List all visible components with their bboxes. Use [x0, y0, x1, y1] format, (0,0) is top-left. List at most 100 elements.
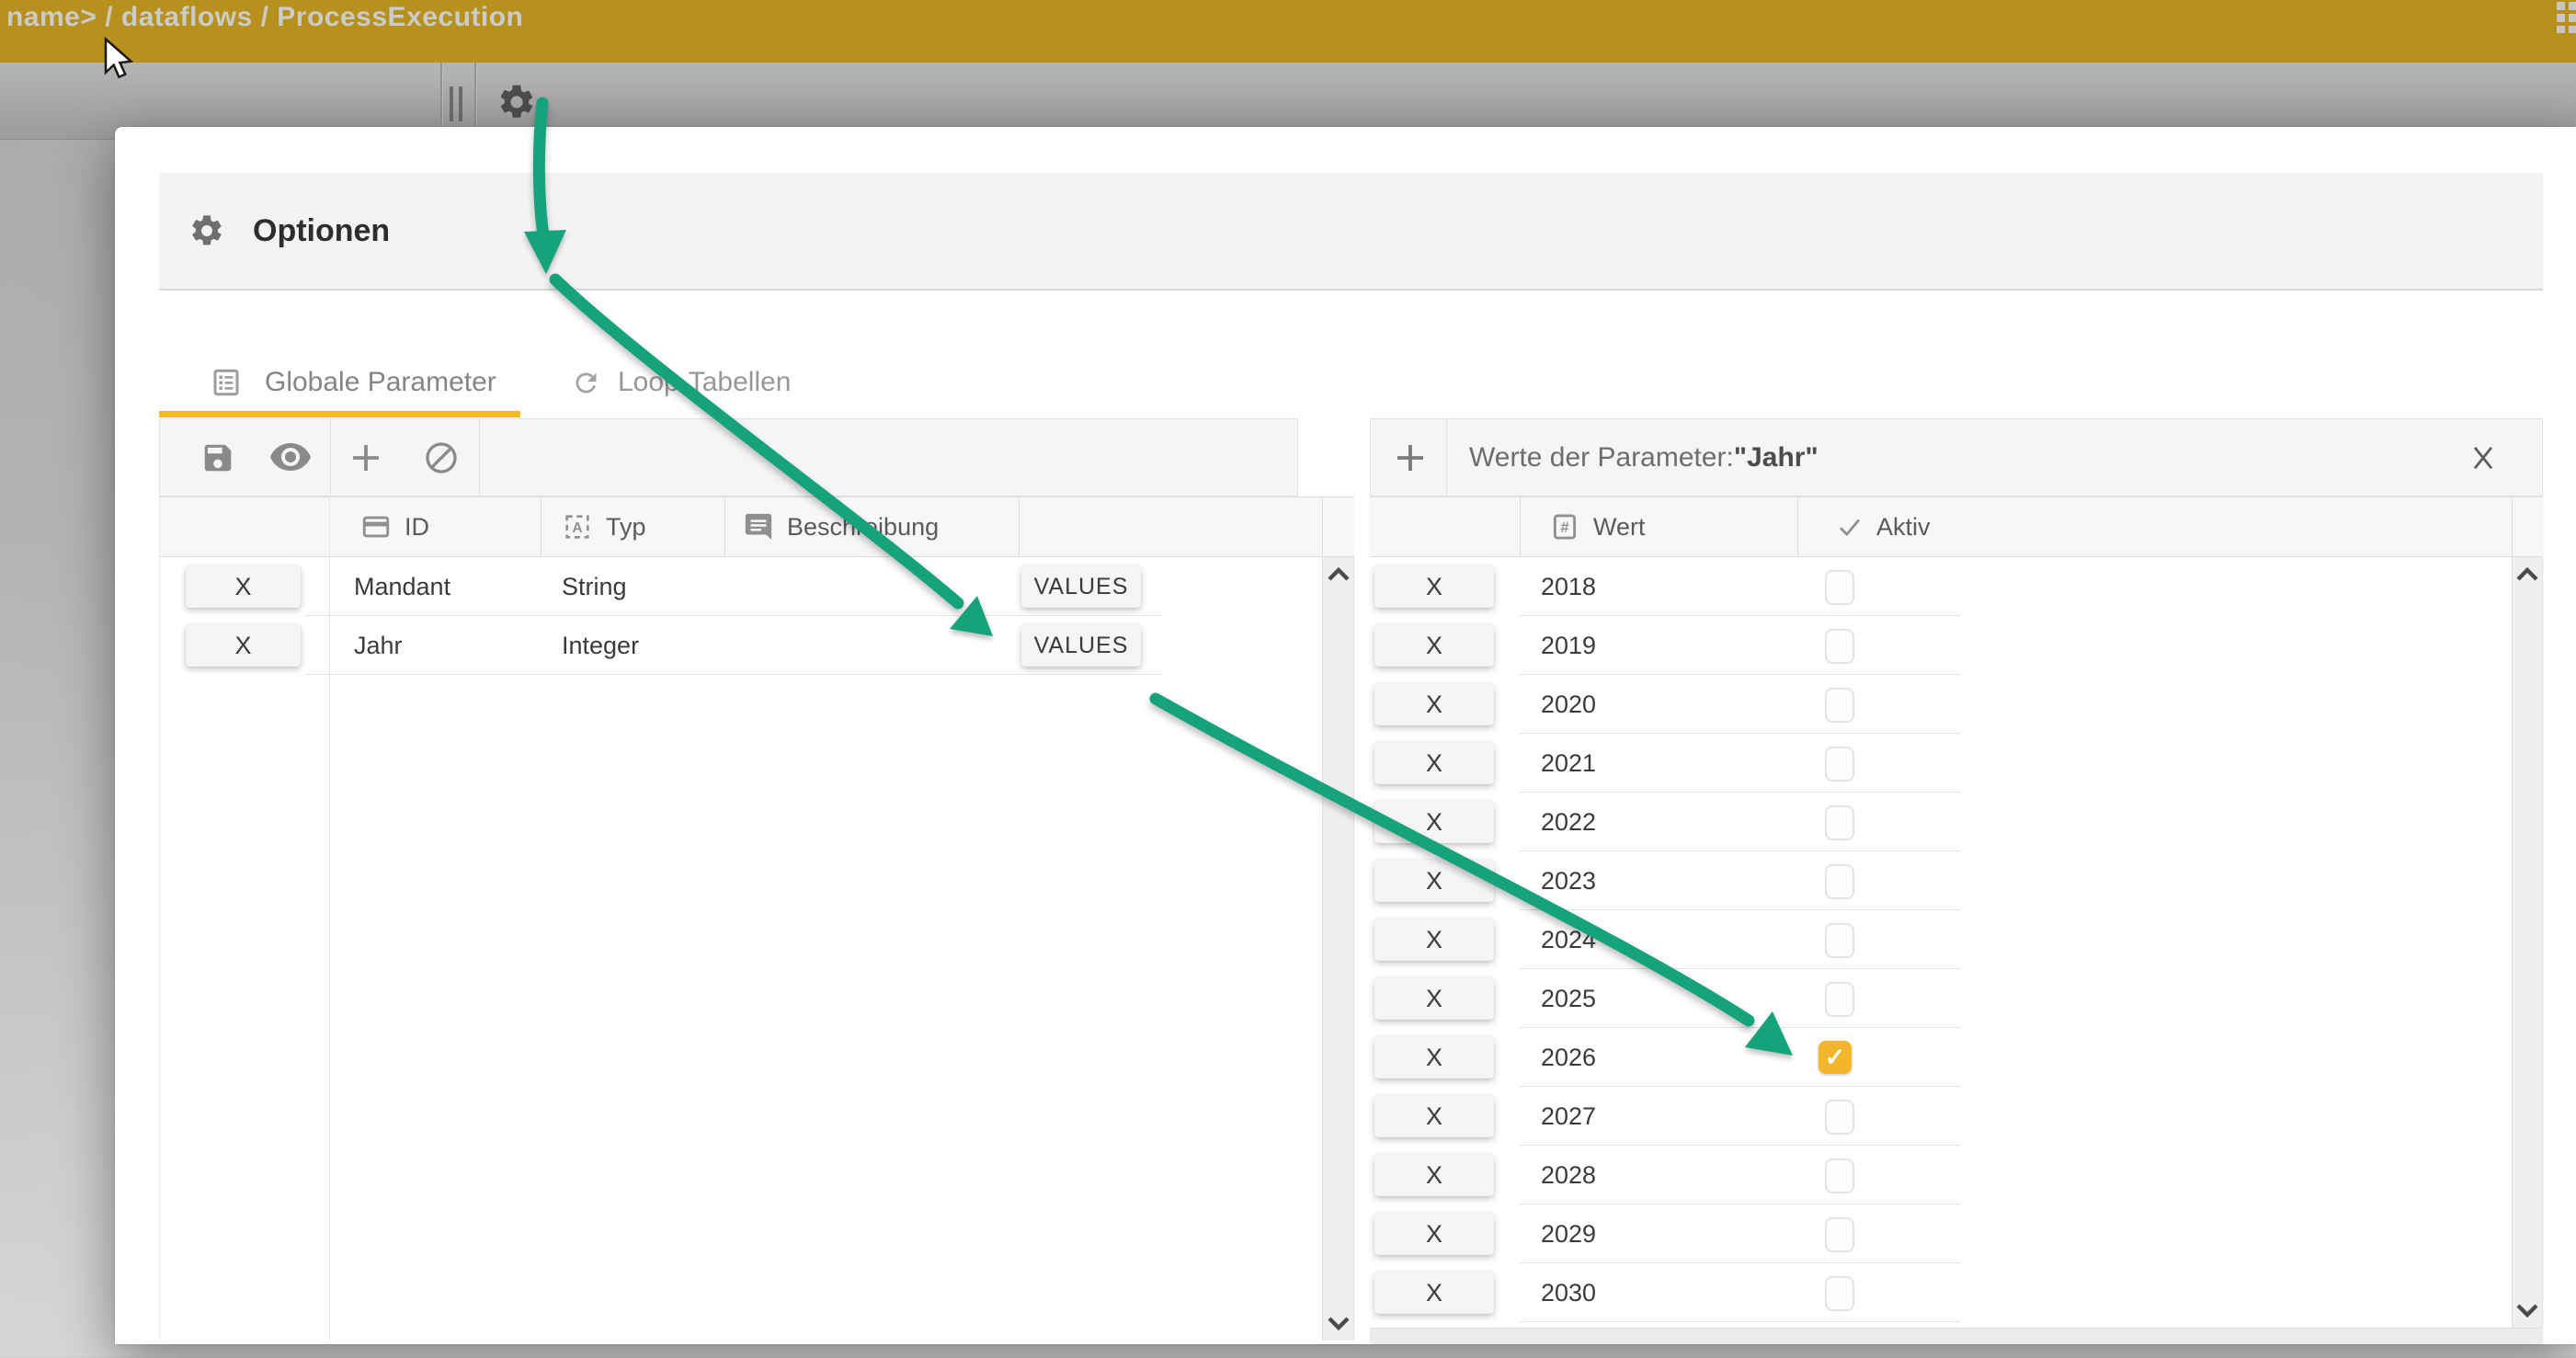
aktiv-checkbox[interactable] — [1825, 1158, 1854, 1193]
delete-parameter-button[interactable]: X — [186, 624, 301, 667]
plus-icon[interactable] — [1391, 439, 1430, 477]
text-select-icon: A — [562, 511, 593, 542]
values-panel-title: Werte der Parameter: "Jahr" — [1469, 419, 1818, 496]
wert-cell: 2025 — [1541, 969, 1596, 1028]
wert-cell: 2028 — [1541, 1146, 1596, 1204]
column-header-wert[interactable]: # Wert — [1549, 497, 1646, 556]
values-table-header: # Wert Aktiv — [1370, 496, 2543, 557]
settings-gear-icon[interactable] — [496, 82, 537, 122]
row-divider — [1520, 1321, 1961, 1322]
value-row: X2020 — [1370, 675, 2543, 734]
column-header-typ[interactable]: A Typ — [562, 497, 646, 556]
delete-value-button[interactable]: X — [1374, 1036, 1494, 1078]
wert-cell: 2029 — [1541, 1204, 1596, 1263]
aktiv-checkbox[interactable] — [1825, 747, 1854, 782]
value-row: X 2021 — [1370, 734, 2543, 793]
parameter-row: XMandantStringVALUES — [160, 557, 1354, 616]
number-icon: # — [1549, 511, 1580, 542]
breadcrumb[interactable]: name> / dataflows / ProcessExecution — [6, 2, 523, 33]
eye-icon[interactable] — [268, 443, 313, 474]
value-row: X 2029 — [1370, 1204, 2543, 1263]
delete-value-button[interactable]: X — [1374, 624, 1494, 667]
value-row: X 2022 — [1370, 793, 2543, 851]
active-tab-underline — [159, 411, 520, 417]
save-icon[interactable] — [200, 440, 235, 475]
column-header-id[interactable]: ID — [360, 497, 429, 556]
aktiv-checkbox[interactable] — [1825, 629, 1854, 664]
plus-icon[interactable] — [347, 439, 385, 477]
aktiv-checkbox[interactable]: ✓ — [1818, 1041, 1852, 1074]
delete-value-button[interactable]: X — [1374, 919, 1494, 961]
values-button[interactable]: VALUES — [1021, 624, 1141, 667]
block-icon[interactable] — [423, 439, 460, 476]
options-dialog: Optionen Globale Parameter Loop-Tabellen — [115, 127, 2576, 1344]
value-row: X 2027 — [1370, 1087, 2543, 1146]
delete-parameter-button[interactable]: X — [186, 565, 301, 608]
parameter-typ-cell: Integer — [562, 616, 639, 675]
value-row: X 2028 — [1370, 1146, 2543, 1204]
tab-globale-parameter[interactable]: Globale Parameter — [159, 348, 520, 417]
row-divider — [304, 674, 1162, 675]
parameters-scrollbar[interactable] — [1322, 557, 1354, 1341]
value-row: X2018 — [1370, 557, 2543, 616]
delete-value-button[interactable]: X — [1374, 801, 1494, 843]
comment-icon — [743, 511, 774, 542]
values-horizontal-scrollbar[interactable] — [1370, 1328, 2543, 1344]
delete-value-button[interactable]: X — [1374, 860, 1494, 902]
aktiv-checkbox[interactable] — [1825, 923, 1854, 958]
tab-label: Loop-Tabellen — [618, 367, 791, 398]
values-scrollbar[interactable] — [2512, 557, 2543, 1328]
parameter-name: "Jahr" — [1734, 442, 1818, 474]
wert-cell: 2021 — [1541, 734, 1596, 793]
toolbar-separator — [479, 419, 480, 496]
close-x-icon[interactable] — [2467, 439, 2500, 476]
column-header-beschreibung[interactable]: Beschreibung — [743, 497, 939, 556]
parameter-row: X Jahr Integer VALUES — [160, 616, 1354, 675]
aktiv-checkbox[interactable] — [1825, 805, 1854, 840]
checkmark-icon: ✓ — [1825, 1045, 1846, 1070]
delete-value-button[interactable]: X — [1374, 683, 1494, 725]
values-toolbar: Werte der Parameter: "Jahr" — [1370, 418, 2543, 496]
aktiv-checkbox[interactable] — [1825, 688, 1854, 723]
delete-value-button[interactable]: X — [1374, 1095, 1494, 1137]
aktiv-checkbox[interactable] — [1825, 570, 1854, 605]
values-table: # Wert Aktiv X2018X2019X2020X2021X2022X2… — [1370, 496, 2543, 1344]
wert-cell: 2019 — [1541, 616, 1596, 675]
drag-handle-icon[interactable] — [450, 86, 470, 121]
check-icon — [1836, 513, 1864, 541]
refresh-icon — [571, 368, 601, 398]
value-row: X 2030 — [1370, 1263, 2543, 1322]
delete-value-button[interactable]: X — [1374, 742, 1494, 784]
toolbar-separator — [1446, 419, 1447, 496]
tab-loop-tabellen[interactable]: Loop-Tabellen — [538, 348, 841, 417]
apps-grid-icon[interactable] — [2557, 2, 2576, 33]
aktiv-checkbox[interactable] — [1825, 1217, 1854, 1252]
delete-value-button[interactable]: X — [1374, 565, 1494, 608]
parameter-id-cell: Jahr — [354, 616, 403, 675]
aktiv-checkbox[interactable] — [1825, 1276, 1854, 1311]
top-app-bar: name> / dataflows / ProcessExecution — [0, 0, 2576, 63]
wert-cell: 2022 — [1541, 793, 1596, 851]
value-row: X 2019 — [1370, 616, 2543, 675]
chevron-up-icon[interactable] — [2515, 566, 2539, 582]
wert-cell: 2027 — [1541, 1087, 1596, 1146]
chevron-up-icon[interactable] — [1327, 566, 1351, 582]
tab-label: Globale Parameter — [265, 367, 496, 398]
parameters-toolbar — [159, 418, 1298, 496]
chevron-down-icon[interactable] — [2515, 1303, 2539, 1318]
wert-cell: 2030 — [1541, 1263, 1596, 1322]
delete-value-button[interactable]: X — [1374, 1154, 1494, 1196]
delete-value-button[interactable]: X — [1374, 1213, 1494, 1255]
aktiv-checkbox[interactable] — [1825, 1100, 1854, 1135]
wert-cell: 2026 — [1541, 1028, 1596, 1087]
dialog-header: Optionen — [159, 173, 2543, 291]
parameters-table-header: ID A Typ Beschreibung — [160, 496, 1354, 557]
delete-value-button[interactable]: X — [1374, 977, 1494, 1020]
column-header-aktiv[interactable]: Aktiv — [1836, 497, 1931, 556]
delete-value-button[interactable]: X — [1374, 1272, 1494, 1314]
parameter-typ-cell: String — [562, 557, 627, 616]
values-button[interactable]: VALUES — [1021, 565, 1141, 608]
chevron-down-icon[interactable] — [1327, 1316, 1351, 1331]
aktiv-checkbox[interactable] — [1825, 982, 1854, 1017]
aktiv-checkbox[interactable] — [1825, 864, 1854, 899]
